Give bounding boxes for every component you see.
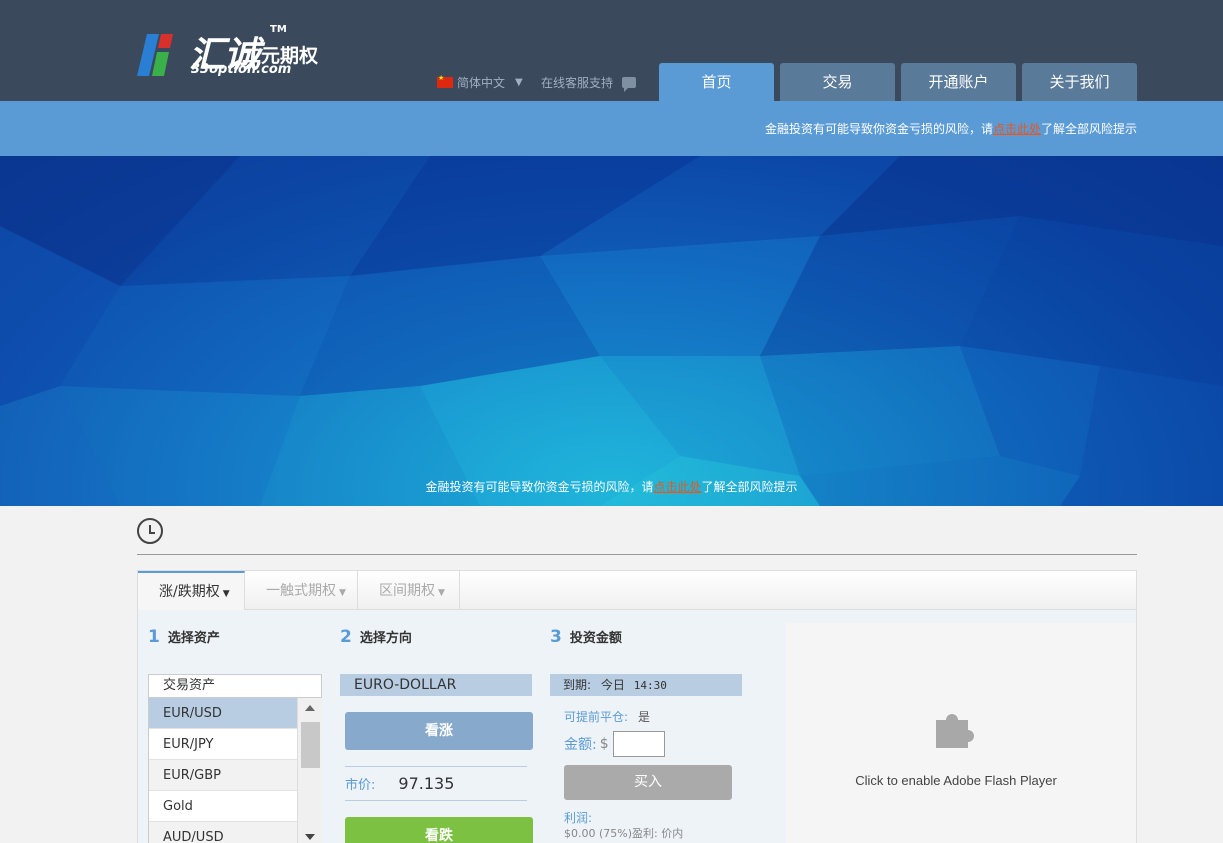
nav-tab-home[interactable]: 首页: [659, 63, 774, 101]
early-close-row: 可提前平仓: 是: [564, 708, 650, 725]
banner-risk-suffix: 了解全部风险提示: [701, 480, 798, 494]
scroll-up-arrow-icon[interactable]: [305, 705, 315, 711]
asset-item-gold[interactable]: Gold: [149, 791, 297, 822]
banner-risk-prefix: 金融投资有可能导致你资金亏损的风险，请: [425, 480, 654, 494]
step-select-asset: 1 选择资产: [148, 627, 220, 647]
market-price-value: 97.135: [398, 774, 455, 793]
clock-icon: [137, 518, 163, 544]
chevron-down-icon: ▼: [515, 77, 523, 88]
step-number: 3: [550, 627, 562, 647]
dropdown-arrow-icon: ▼: [222, 589, 230, 599]
risk-details-link[interactable]: 点击此处: [993, 122, 1041, 136]
asset-item-eur-jpy[interactable]: EUR/JPY: [149, 729, 297, 760]
asset-item-eur-usd[interactable]: EUR/USD: [149, 698, 297, 729]
asset-list-header: 交易资产: [148, 674, 322, 698]
scroll-down-arrow-icon[interactable]: [305, 834, 315, 840]
currency-symbol: $: [599, 736, 609, 752]
profit-detail: $0.00 (75%)盈利: 价内: [564, 827, 684, 840]
asset-item-eur-gbp[interactable]: EUR/GBP: [149, 760, 297, 791]
profit-label: 利润:: [564, 811, 593, 825]
flash-enable-text: Click to enable Adobe Flash Player: [855, 773, 1057, 788]
logo-url: 33option.com: [191, 62, 292, 77]
step-number: 1: [148, 627, 160, 647]
expiry-label: 到期:: [563, 678, 592, 692]
expiry-bar: 到期: 今日 14:30: [550, 674, 742, 696]
dropdown-arrow-icon: ▼: [438, 588, 445, 598]
risk-suffix: 了解全部风险提示: [1040, 122, 1137, 136]
banner-risk-link[interactable]: 点击此处: [653, 480, 701, 494]
site-header: 汇诚 TM 二元期权 33option.com 简体中文 ▼ 在线客服支持 首页…: [0, 0, 1223, 101]
flash-plugin-placeholder[interactable]: Click to enable Adobe Flash Player: [786, 623, 1136, 843]
china-flag-icon: [437, 74, 453, 88]
nav-tab-trade[interactable]: 交易: [780, 63, 895, 101]
hero-banner: 金融投资有可能导致你资金亏损的风险，请点击此处了解全部风险提示: [0, 156, 1223, 506]
tab-high-low-option[interactable]: 涨/跌期权 ▼: [138, 571, 245, 610]
put-button[interactable]: 看跌: [345, 817, 533, 843]
banner-polygon-background: [0, 156, 1223, 506]
amount-input[interactable]: [612, 731, 665, 757]
section-divider: [137, 554, 1137, 555]
dropdown-arrow-icon: ▼: [339, 588, 346, 598]
language-label: 简体中文: [457, 76, 506, 90]
risk-prefix: 金融投资有可能导致你资金亏损的风险，请: [764, 122, 993, 136]
asset-list: EUR/USD EUR/JPY EUR/GBP Gold AUD/USD: [148, 698, 322, 843]
amount-row: 金额: $: [564, 731, 665, 757]
support-label: 在线客服支持: [541, 76, 614, 90]
asset-item-aud-usd[interactable]: AUD/USD: [149, 822, 297, 843]
step-select-direction: 2 选择方向: [340, 627, 412, 647]
tab-high-low-label: 涨/跌期权: [159, 584, 220, 600]
early-close-label: 可提前平仓:: [564, 710, 629, 724]
amount-label: 金额:: [564, 737, 597, 753]
tab-range-option[interactable]: 区间期权 ▼: [358, 571, 460, 610]
expiry-day: 今日: [600, 678, 625, 692]
market-price-label: 市价:: [345, 778, 376, 793]
logo-trademark: TM: [270, 24, 287, 35]
step-label: 选择资产: [167, 631, 220, 646]
nav-tab-about-us[interactable]: 关于我们: [1022, 63, 1137, 101]
selected-pair-label: EURO-DOLLAR: [340, 674, 532, 696]
nav-tab-open-account[interactable]: 开通账户: [901, 63, 1016, 101]
option-type-tabs: 涨/跌期权 ▼ 一触式期权 ▼ 区间期权 ▼: [137, 570, 1137, 610]
asset-list-scrollbar[interactable]: [297, 698, 322, 843]
tab-one-touch-label: 一触式期权: [266, 583, 336, 599]
expiry-time: 14:30: [633, 679, 667, 692]
call-button[interactable]: 看涨: [345, 712, 533, 750]
chat-bubble-icon: [622, 77, 637, 92]
risk-warning-bar: 金融投资有可能导致你资金亏损的风险，请点击此处了解全部风险提示: [0, 101, 1223, 156]
early-close-value: 是: [638, 710, 651, 724]
market-price-row: 市价: 97.135: [345, 766, 527, 801]
banner-risk-text: 金融投资有可能导致你资金亏损的风险，请点击此处了解全部风险提示: [0, 478, 1223, 495]
site-logo[interactable]: 汇诚 TM 二元期权 33option.com: [137, 24, 357, 80]
tab-one-touch-option[interactable]: 一触式期权 ▼: [245, 571, 358, 610]
step-label: 选择方向: [359, 631, 412, 646]
buy-button[interactable]: 买入: [564, 765, 732, 800]
risk-warning-text: 金融投资有可能导致你资金亏损的风险，请点击此处了解全部风险提示: [765, 120, 1137, 137]
trading-panel: 1 选择资产 2 选择方向 3 投资金额 交易资产 EUR/USD EUR/JPY E…: [137, 610, 1137, 843]
logo-mark-icon: [137, 34, 173, 76]
tab-range-label: 区间期权: [379, 583, 435, 599]
scrollbar-thumb[interactable]: [301, 722, 320, 768]
step-number: 2: [340, 627, 352, 647]
online-support-link[interactable]: 在线客服支持: [541, 74, 637, 92]
language-selector[interactable]: 简体中文 ▼: [437, 74, 523, 91]
step-investment-amount: 3 投资金额: [550, 627, 622, 647]
step-label: 投资金额: [569, 631, 622, 646]
puzzle-piece-icon: [936, 714, 974, 748]
